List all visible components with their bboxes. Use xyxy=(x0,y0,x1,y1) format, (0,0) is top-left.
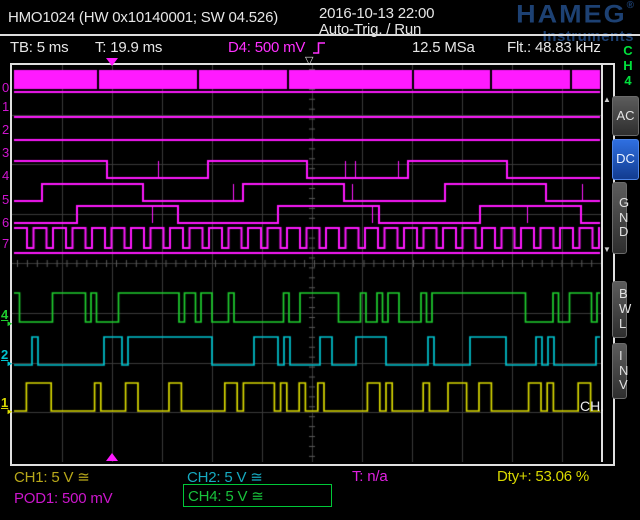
pod1-scale-readout: POD1: 500 mV xyxy=(14,490,112,507)
datetime-label: 2016-10-13 22:00 xyxy=(319,5,434,22)
filter-readout: Flt.: 48.83 kHz xyxy=(507,39,601,56)
sidebar-channel-label: CH4 xyxy=(621,44,635,89)
ch4-scale-readout: CH4: 5 V ≅ xyxy=(188,487,264,505)
coupling-ac-button[interactable]: AC xyxy=(612,96,639,136)
pod-digit-label: 0 xyxy=(2,81,9,94)
pod-digit-label: 6 xyxy=(2,216,9,229)
ch1-scale-readout: CH1: 5 V ≅ xyxy=(14,468,90,486)
center-reference-marker: ▽ xyxy=(305,56,313,67)
pod-digit-label: 4 xyxy=(2,169,9,182)
pod-digit-label: 2 xyxy=(2,123,9,136)
pod-digit-label: 3 xyxy=(2,146,9,159)
trigger-time-marker-top xyxy=(106,58,118,66)
invert-button[interactable]: INV xyxy=(612,343,627,399)
pod-digit-label: 7 xyxy=(2,237,9,250)
scroll-up-icon: ▲ xyxy=(603,96,611,104)
timebase-readout: TB: 5 ms xyxy=(10,39,68,56)
duty-cycle-readout: Dty+: 53.06 % xyxy=(497,468,589,485)
coupling-gnd-button[interactable]: GND xyxy=(612,182,627,254)
pod-digit-label: 5 xyxy=(2,193,9,206)
brand-name: HAMEG xyxy=(516,2,627,27)
ground-level-arrow-icon: ► xyxy=(6,320,14,328)
titlebar-divider xyxy=(0,34,640,36)
trigger-time-marker-bottom xyxy=(106,453,118,461)
pod-digit-label: 1 xyxy=(2,100,9,113)
coupling-dc-button[interactable]: DC xyxy=(612,139,639,180)
ground-level-arrow-icon: ► xyxy=(6,360,14,368)
scroll-down-icon: ▼ xyxy=(603,246,611,254)
waveform-display xyxy=(12,65,602,462)
ch4-selected-box: CH4: 5 V ≅ xyxy=(183,484,332,507)
oscilloscope-screen: HMO1024 (HW 0x10140001; SW 04.526) 2016-… xyxy=(0,0,640,520)
ground-level-arrow-icon: ► xyxy=(6,408,14,416)
device-title: HMO1024 (HW 0x10140001; SW 04.526) xyxy=(8,9,278,26)
trigger-source-readout: D4: 500 mV xyxy=(228,39,305,56)
bandwidth-limit-button[interactable]: BWL xyxy=(612,281,627,338)
sample-rate-readout: 12.5 MSa xyxy=(412,39,475,56)
time-offset-readout: T: 19.9 ms xyxy=(95,39,162,56)
rising-edge-icon xyxy=(312,40,328,61)
soft-menu-sidebar: CH4 AC DC GND BWL INV xyxy=(612,0,640,520)
channel-overlay-text: CH. xyxy=(580,398,604,414)
trigger-frequency-readout: T: n/a xyxy=(352,468,388,485)
